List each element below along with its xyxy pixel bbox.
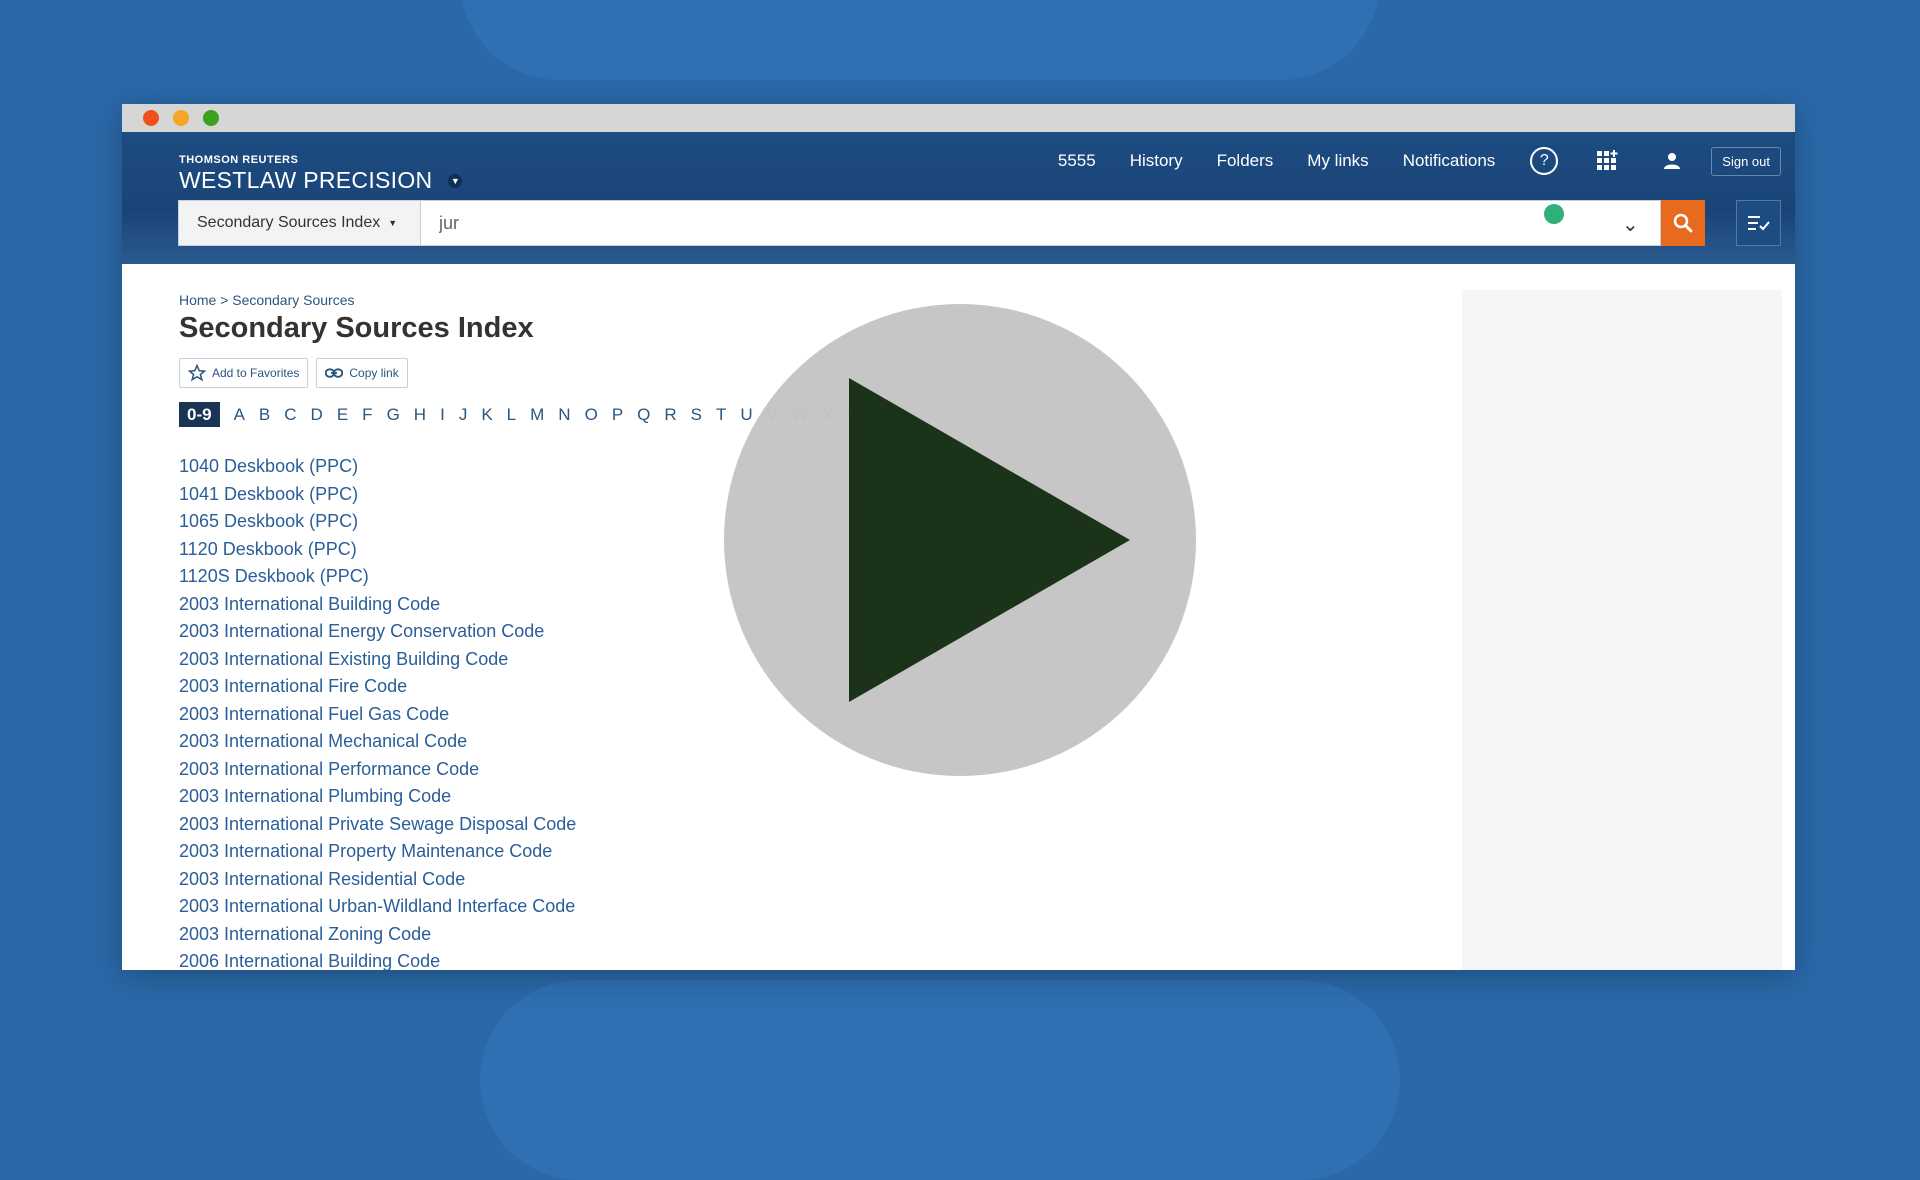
- letter-filter-i[interactable]: I: [440, 402, 445, 427]
- sign-out-button[interactable]: Sign out: [1711, 146, 1781, 176]
- apps-button[interactable]: [1593, 146, 1623, 176]
- search-tools: [401, 200, 1781, 246]
- letter-filter-l[interactable]: L: [507, 402, 516, 427]
- source-link[interactable]: 2003 International Performance Code: [179, 756, 576, 784]
- source-link[interactable]: 1041 Deskbook (PPC): [179, 481, 576, 509]
- source-link[interactable]: 2003 International Existing Building Cod…: [179, 646, 576, 674]
- maximize-window-button[interactable]: [203, 110, 219, 126]
- letter-filter-h[interactable]: H: [414, 402, 426, 427]
- source-link[interactable]: 2003 International Property Maintenance …: [179, 838, 576, 866]
- grid-icon: [1597, 150, 1618, 170]
- app-header: THOMSON REUTERS WESTLAW PRECISION ▼ 5555…: [122, 132, 1795, 264]
- page-title: Secondary Sources Index: [179, 312, 534, 344]
- letter-filter-r[interactable]: R: [664, 402, 676, 427]
- source-link[interactable]: 1040 Deskbook (PPC): [179, 453, 576, 481]
- letter-filter-b[interactable]: B: [259, 402, 270, 427]
- brand-product: WESTLAW PRECISION: [179, 167, 433, 193]
- source-link[interactable]: 2003 International Building Code: [179, 591, 576, 619]
- letter-filter-n[interactable]: N: [558, 402, 570, 427]
- source-list: 1040 Deskbook (PPC) 1041 Deskbook (PPC) 10…: [179, 453, 576, 970]
- user-button[interactable]: [1657, 146, 1687, 176]
- letter-filter-d[interactable]: D: [311, 402, 323, 427]
- letter-filter-p[interactable]: P: [612, 402, 623, 427]
- link-icon: [325, 368, 344, 378]
- source-link[interactable]: 2006 International Building Code: [179, 948, 576, 970]
- source-link[interactable]: 2003 International Mechanical Code: [179, 728, 576, 756]
- chevron-down-icon[interactable]: ▼: [448, 173, 463, 188]
- breadcrumb[interactable]: Home > Secondary Sources: [179, 292, 354, 308]
- letter-filter-e[interactable]: E: [337, 402, 348, 427]
- top-nav: 5555 History Folders My links Notificati…: [1058, 146, 1781, 176]
- list-check-icon: [1747, 216, 1770, 231]
- letter-filter-f[interactable]: F: [362, 402, 372, 427]
- brand-company: THOMSON REUTERS: [179, 154, 299, 166]
- background-shape-top: [460, 0, 1380, 80]
- source-link[interactable]: 2003 International Urban-Wildland Interf…: [179, 893, 576, 921]
- letter-filter-o[interactable]: O: [585, 402, 598, 427]
- page-actions: Add to Favorites Copy link: [179, 358, 408, 388]
- search-scope-dropdown[interactable]: Secondary Sources Index ▼: [178, 200, 421, 246]
- source-link[interactable]: 2003 International Private Sewage Dispos…: [179, 811, 576, 839]
- star-icon: [188, 364, 206, 382]
- source-link[interactable]: 2003 International Fire Code: [179, 673, 576, 701]
- advanced-search-button[interactable]: [1736, 200, 1781, 246]
- background-shape-bottom: [480, 980, 1400, 1180]
- copy-link-label: Copy link: [349, 366, 399, 380]
- minimize-window-button[interactable]: [173, 110, 189, 126]
- letter-filter-a[interactable]: A: [234, 402, 245, 427]
- source-link[interactable]: 2003 International Zoning Code: [179, 921, 576, 949]
- my-links-link[interactable]: My links: [1307, 151, 1368, 171]
- letter-filter-j[interactable]: J: [459, 402, 468, 427]
- close-window-button[interactable]: [143, 110, 159, 126]
- letter-filter-0-9[interactable]: 0-9: [179, 402, 220, 427]
- add-to-favorites-label: Add to Favorites: [212, 366, 300, 380]
- notifications-link[interactable]: Notifications: [1403, 151, 1496, 171]
- letter-filter-g[interactable]: G: [387, 402, 400, 427]
- source-link[interactable]: 2003 International Residential Code: [179, 866, 576, 894]
- letter-filter-c[interactable]: C: [284, 402, 296, 427]
- search-scope-label: Secondary Sources Index: [197, 214, 381, 231]
- folders-link[interactable]: Folders: [1217, 151, 1274, 171]
- question-circle-icon: ?: [1530, 147, 1559, 175]
- right-sidebar: [1462, 290, 1782, 970]
- source-link[interactable]: 2003 International Fuel Gas Code: [179, 701, 576, 729]
- source-link[interactable]: 2003 International Plumbing Code: [179, 783, 576, 811]
- letter-filter-s[interactable]: S: [691, 402, 702, 427]
- play-icon: [849, 378, 1130, 702]
- add-to-favorites-button[interactable]: Add to Favorites: [179, 358, 309, 388]
- caret-down-icon: ▼: [388, 218, 398, 228]
- source-link[interactable]: 1065 Deskbook (PPC): [179, 508, 576, 536]
- source-link[interactable]: 1120S Deskbook (PPC): [179, 563, 576, 591]
- history-link[interactable]: History: [1130, 151, 1183, 171]
- play-button[interactable]: [724, 304, 1196, 776]
- letter-filter-m[interactable]: M: [530, 402, 544, 427]
- source-link[interactable]: 2003 International Energy Conservation C…: [179, 618, 576, 646]
- person-icon: [1664, 153, 1681, 169]
- help-button[interactable]: ?: [1529, 146, 1559, 176]
- copy-link-button[interactable]: Copy link: [316, 358, 408, 388]
- letter-filter-q[interactable]: Q: [637, 402, 650, 427]
- brand-logo[interactable]: THOMSON REUTERS WESTLAW PRECISION ▼: [179, 154, 463, 194]
- source-link[interactable]: 1120 Deskbook (PPC): [179, 536, 576, 564]
- client-id-link[interactable]: 5555: [1058, 151, 1096, 171]
- window-titlebar: [122, 104, 1795, 132]
- letter-filter-k[interactable]: K: [481, 402, 492, 427]
